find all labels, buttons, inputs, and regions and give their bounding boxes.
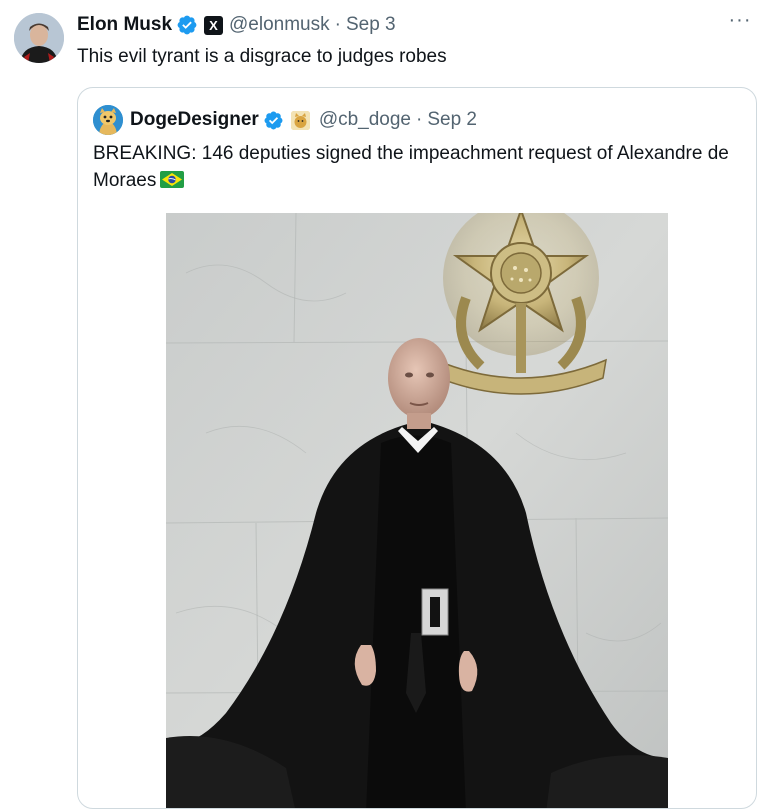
x-affiliation-icon[interactable]: X bbox=[204, 15, 224, 35]
tweet-header: Elon Musk X @elonmusk · Sep 3 bbox=[77, 12, 396, 38]
author-name[interactable]: Elon Musk bbox=[77, 14, 172, 36]
quoted-tweet-date[interactable]: Sep 2 bbox=[427, 109, 477, 131]
separator-dot: · bbox=[334, 14, 341, 35]
tweet-text: This evil tyrant is a disgrace to judges… bbox=[77, 46, 447, 67]
author-handle[interactable]: @elonmusk bbox=[229, 14, 330, 36]
quoted-author-avatar[interactable] bbox=[93, 105, 123, 135]
separator-dot: · bbox=[416, 109, 423, 130]
more-options-icon[interactable]: ··· bbox=[726, 10, 754, 36]
quoted-tweet-text-content: BREAKING: 146 deputies signed the impeac… bbox=[93, 143, 729, 191]
quoted-tweet-card[interactable]: DogeDesigner @cb_doge · Sep 2 BREAKING: … bbox=[77, 87, 757, 809]
doge-affiliation-icon[interactable] bbox=[290, 110, 310, 130]
author-avatar[interactable] bbox=[14, 13, 64, 63]
tweet[interactable]: Elon Musk X @elonmusk · Sep 3 ··· This e… bbox=[0, 0, 768, 809]
quoted-tweet-text: BREAKING: 146 deputies signed the impeac… bbox=[93, 140, 748, 194]
brazil-flag-icon bbox=[160, 171, 185, 188]
verified-badge-icon bbox=[177, 15, 197, 35]
tweet-media-image[interactable] bbox=[166, 213, 668, 808]
quoted-tweet-header: DogeDesigner @cb_doge · Sep 2 bbox=[93, 104, 477, 136]
quoted-author-name[interactable]: DogeDesigner bbox=[130, 109, 259, 131]
verified-badge-icon bbox=[264, 111, 283, 129]
tweet-date[interactable]: Sep 3 bbox=[346, 14, 396, 36]
quoted-author-handle[interactable]: @cb_doge bbox=[319, 109, 411, 131]
